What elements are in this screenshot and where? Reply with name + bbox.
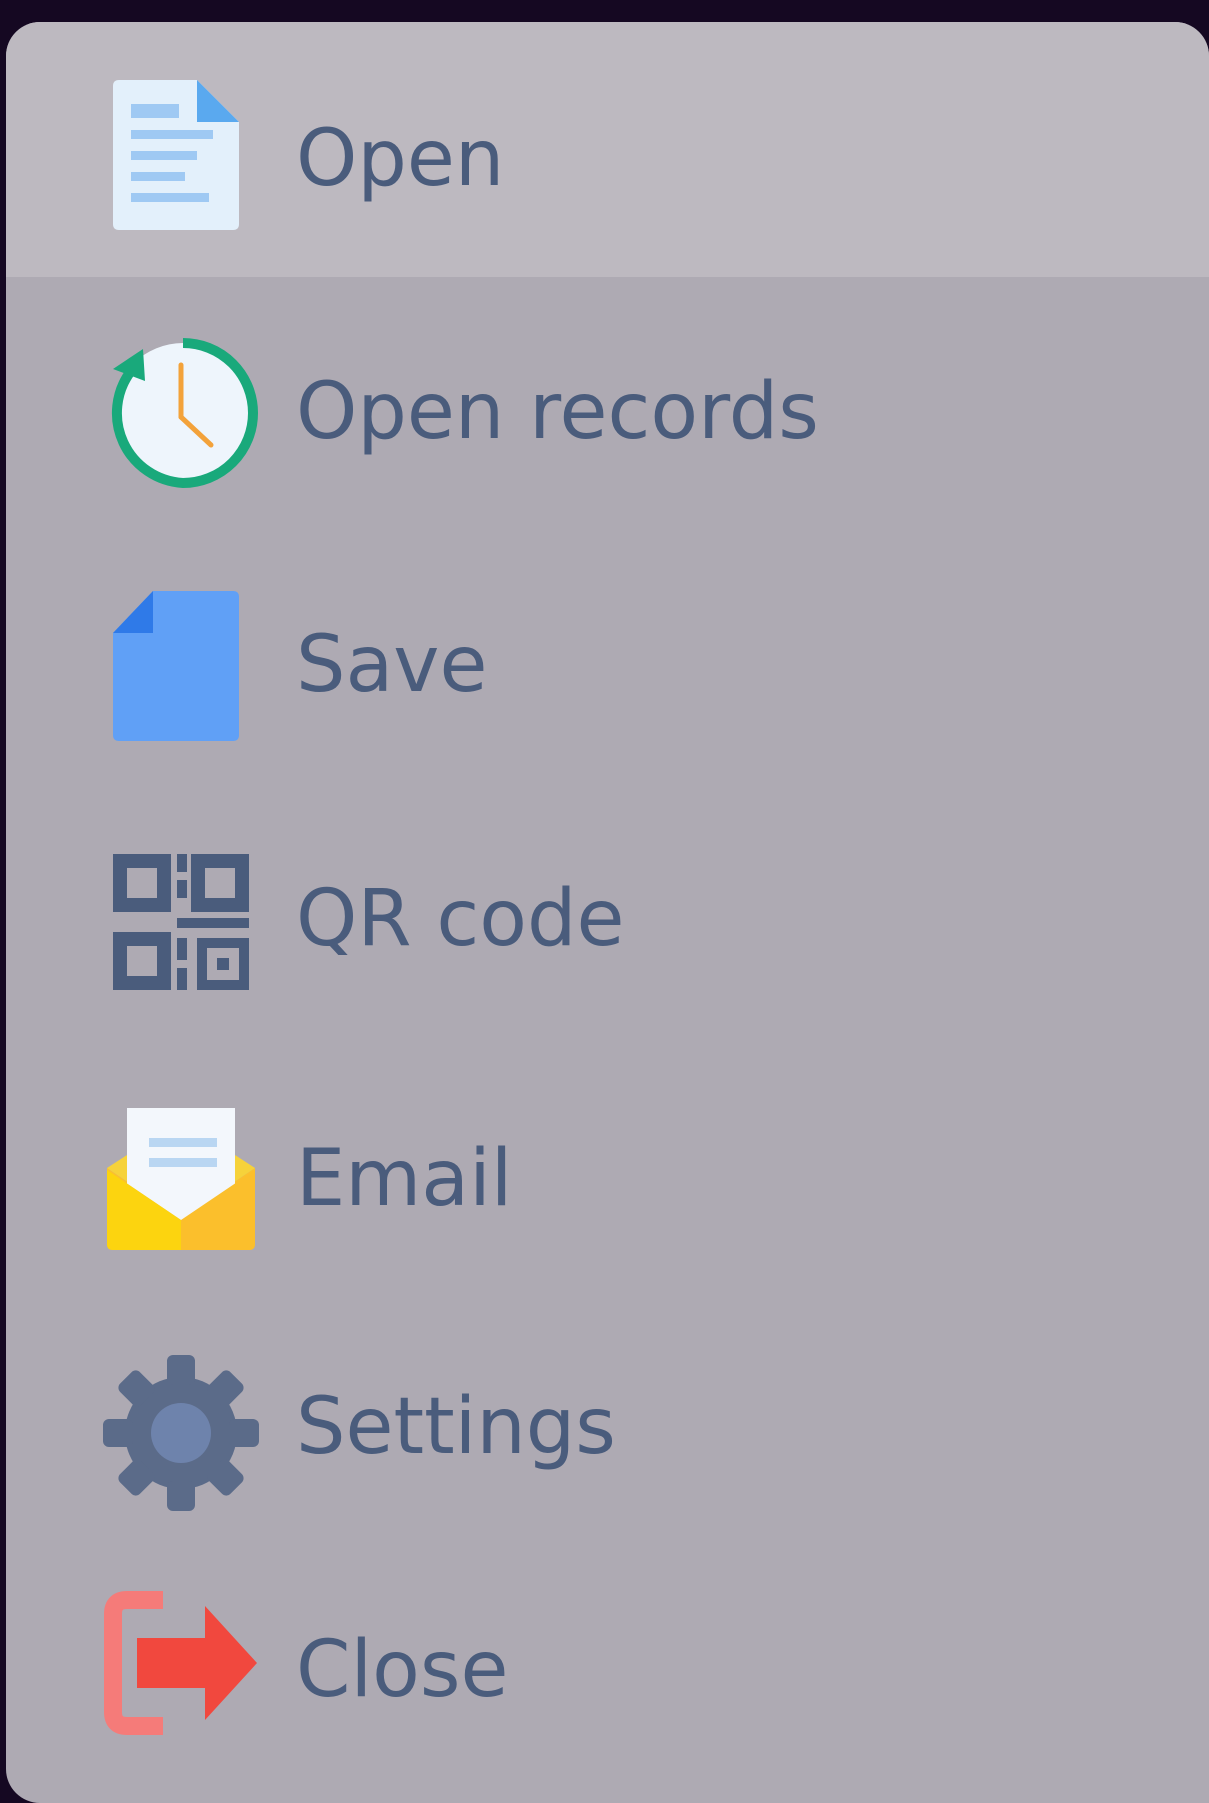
context-menu: Open Open records Save QR code Email Set… (6, 22, 1209, 1803)
menu-item-email[interactable]: Email (6, 1042, 1209, 1297)
menu-item-open-records[interactable]: Open records (6, 277, 1209, 532)
email-icon (101, 1094, 261, 1254)
menu-item-save[interactable]: Save (6, 532, 1209, 787)
menu-item-label: Open (296, 114, 505, 204)
menu-item-label: Settings (296, 1382, 616, 1472)
qr-code-icon (101, 842, 261, 1002)
document-icon (101, 74, 261, 234)
gear-icon (101, 1353, 261, 1513)
exit-icon (101, 1588, 261, 1748)
menu-item-open[interactable]: Open (6, 22, 1209, 277)
save-file-icon (101, 585, 261, 745)
menu-item-settings[interactable]: Settings (6, 1297, 1209, 1552)
history-clock-icon (101, 331, 261, 491)
menu-item-qr-code[interactable]: QR code (6, 787, 1209, 1042)
menu-item-label: Save (296, 620, 488, 710)
menu-item-close[interactable]: Close (6, 1552, 1209, 1803)
menu-item-label: Open records (296, 367, 819, 457)
menu-item-label: Close (296, 1625, 509, 1715)
menu-item-label: QR code (296, 874, 625, 964)
menu-item-label: Email (296, 1134, 513, 1224)
